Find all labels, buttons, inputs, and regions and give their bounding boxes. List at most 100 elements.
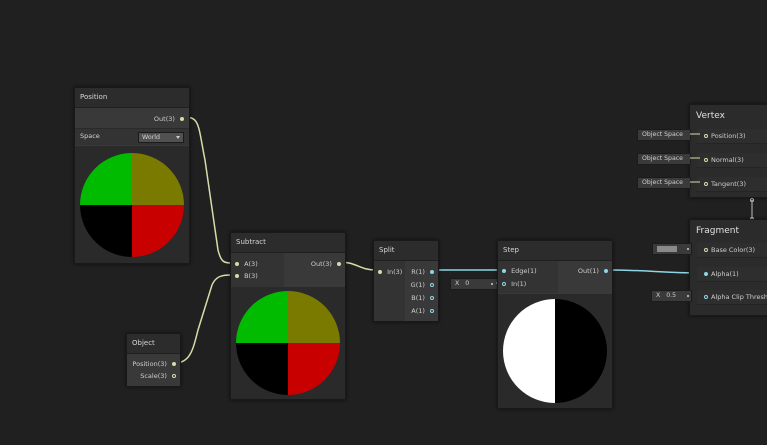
subtract-node-title[interactable]: Subtract (231, 233, 345, 253)
step-edge-label: Edge(1) (511, 267, 537, 275)
vertex-normal-space-pill[interactable]: Object Space (637, 153, 691, 165)
step-edge-port[interactable]: Edge(1) (502, 265, 537, 277)
position-space-value: World (142, 134, 161, 141)
split-in-label: In(3) (387, 268, 403, 276)
object-scale-label: Scale(3) (140, 372, 167, 380)
position-out-port[interactable]: Out(3) (154, 113, 184, 125)
position-out-dot-icon[interactable] (180, 117, 184, 121)
step-node[interactable]: Step Edge(1) In(1) Out(1) (497, 240, 613, 409)
vertex-tangent-label: Tangent(3) (711, 180, 746, 188)
alpha-clip-axis: X (656, 292, 661, 299)
step-node-title[interactable]: Step (498, 241, 612, 261)
subtract-preview-sphere (236, 291, 340, 395)
position-out-label: Out(3) (153, 115, 175, 123)
fragment-alpha-dot-icon[interactable] (704, 272, 708, 276)
split-in-dot-icon[interactable] (378, 270, 382, 274)
step-edge-dot-icon[interactable] (502, 269, 506, 273)
alpha-clip-connector-dot-icon (687, 295, 689, 297)
subtract-out-port[interactable]: Out(3) (311, 258, 341, 270)
vertex-position-row[interactable]: Position(3) (697, 129, 767, 144)
fragment-alpha-clip-dot-icon[interactable] (704, 295, 708, 299)
position-preview (75, 146, 189, 263)
vertex-tangent-dot-icon[interactable] (704, 182, 708, 186)
vertex-position-dot-icon[interactable] (704, 134, 708, 138)
fragment-base-color-dot-icon[interactable] (704, 248, 708, 252)
wire-junction-top (750, 198, 754, 202)
step-out-label: Out(1) (577, 267, 599, 275)
object-scale-port[interactable]: Scale(3) (140, 370, 176, 382)
step-edge-axis: X (455, 280, 460, 287)
wire-step-to-alpha (607, 269, 703, 274)
split-in-port[interactable]: In(3) (378, 266, 402, 278)
vertex-position-space-pill[interactable]: Object Space (637, 129, 691, 141)
subtract-a-port[interactable]: A(3) (235, 258, 258, 270)
split-b-port[interactable]: B(1) (411, 292, 434, 304)
fragment-base-color-swatch-field[interactable] (652, 243, 692, 255)
vertex-normal-row[interactable]: Normal(3) (697, 153, 767, 168)
subtract-b-label: B(3) (244, 272, 258, 280)
fragment-base-color-row[interactable]: Base Color(3) (697, 243, 767, 258)
subtract-out-dot-icon[interactable] (337, 262, 341, 266)
fragment-base-color-label: Base Color(3) (711, 246, 756, 254)
split-a-dot-icon[interactable] (430, 309, 434, 313)
split-r-dot-icon[interactable] (430, 270, 434, 274)
position-preview-sphere (80, 153, 184, 257)
step-in-label: In(1) (511, 280, 527, 288)
step-in-port[interactable]: In(1) (502, 278, 526, 290)
object-node-title[interactable]: Object (127, 334, 180, 354)
subtract-a-dot-icon[interactable] (235, 262, 239, 266)
split-g-dot-icon[interactable] (430, 283, 434, 287)
step-edge-connector-dot-icon (491, 283, 493, 285)
step-edge-default-field[interactable]: X 0 (450, 278, 498, 290)
vertex-block[interactable]: Vertex Position(3) Normal(3) Tangent(3) (689, 104, 767, 198)
object-position-dot-icon[interactable] (172, 362, 176, 366)
vertex-tangent-space-pill[interactable]: Object Space (637, 177, 691, 189)
fragment-block[interactable]: Fragment Base Color(3) Alpha(1) Alpha Cl… (689, 219, 767, 316)
position-space-dropdown[interactable]: World (138, 132, 184, 143)
vertex-tangent-row[interactable]: Tangent(3) (697, 177, 767, 192)
fragment-alpha-clip-value-field[interactable]: X 0.5 (651, 290, 692, 302)
split-b-dot-icon[interactable] (430, 296, 434, 300)
alpha-clip-value: 0.5 (666, 292, 677, 299)
triangle-down-icon (176, 136, 180, 139)
split-r-port[interactable]: R(1) (411, 266, 434, 278)
position-space-row: Space World (75, 128, 189, 145)
step-preview (498, 294, 612, 408)
wire-object-to-subtract-b (174, 274, 232, 364)
object-node[interactable]: Object Position(3) Scale(3) (126, 333, 181, 387)
vertex-normal-space-label: Object Space (642, 155, 683, 162)
vertex-position-space-label: Object Space (642, 131, 683, 138)
fragment-alpha-row[interactable]: Alpha(1) (697, 267, 767, 282)
fragment-alpha-clip-row[interactable]: Alpha Clip Threshold (697, 290, 767, 305)
split-g-label: G(1) (410, 281, 425, 289)
split-a-label: A(1) (411, 307, 425, 315)
wire-position-to-subtract-a (183, 116, 232, 264)
vertex-normal-dot-icon[interactable] (704, 158, 708, 162)
vertex-normal-label: Normal(3) (711, 156, 744, 164)
split-a-port[interactable]: A(1) (411, 305, 434, 317)
position-node[interactable]: Position Out(3) Space World (74, 87, 190, 264)
fragment-block-title: Fragment (696, 226, 739, 236)
base-color-swatch[interactable] (657, 246, 677, 252)
split-g-port[interactable]: G(1) (411, 279, 434, 291)
object-position-label: Position(3) (132, 360, 167, 368)
position-node-title[interactable]: Position (75, 88, 189, 108)
subtract-b-port[interactable]: B(3) (235, 270, 258, 282)
fragment-alpha-label: Alpha(1) (711, 270, 739, 278)
subtract-out-label: Out(3) (310, 260, 332, 268)
subtract-a-label: A(3) (244, 260, 258, 268)
position-space-label: Space (80, 132, 100, 140)
split-node-title[interactable]: Split (374, 241, 438, 261)
fragment-alpha-clip-label: Alpha Clip Threshold (711, 293, 767, 301)
step-preview-sphere (503, 299, 607, 403)
object-position-port[interactable]: Position(3) (132, 358, 176, 370)
object-scale-dot-icon[interactable] (172, 374, 176, 378)
step-out-port[interactable]: Out(1) (578, 265, 608, 277)
step-in-dot-icon[interactable] (502, 282, 506, 286)
subtract-node[interactable]: Subtract A(3) B(3) Out(3) (230, 232, 346, 400)
step-out-dot-icon[interactable] (604, 269, 608, 273)
step-edge-value: 0 (465, 280, 470, 287)
subtract-preview (231, 287, 345, 399)
split-node[interactable]: Split In(3) R(1) G(1) B(1) A(1) (373, 240, 439, 322)
subtract-b-dot-icon[interactable] (235, 274, 239, 278)
